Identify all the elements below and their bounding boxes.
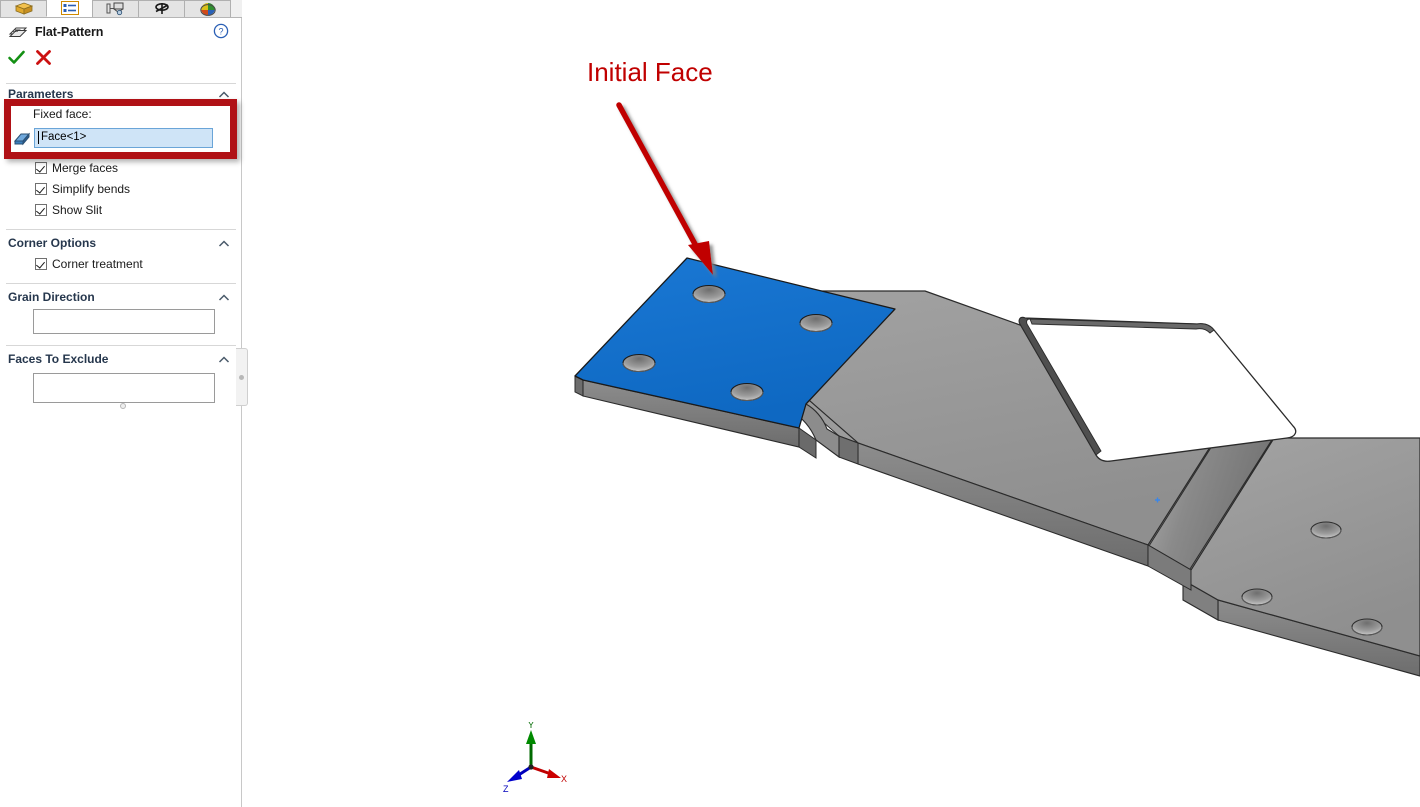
checkbox-label: Merge faces: [52, 161, 119, 175]
group-label-grain-direction: Grain Direction: [8, 290, 95, 304]
flat-pattern-icon: [8, 27, 28, 37]
fixed-face-input[interactable]: Face<1>: [34, 128, 213, 148]
checkbox-box: [35, 162, 47, 174]
panel-splitter-handle[interactable]: [236, 348, 248, 406]
checkbox-box: [35, 258, 47, 270]
property-manager-header: Flat-Pattern ?: [0, 20, 242, 44]
chevron-up-icon[interactable]: [218, 238, 230, 250]
checkbox-label: Corner treatment: [52, 257, 143, 271]
group-header-parameters[interactable]: Parameters: [0, 86, 242, 104]
group-header-grain-direction[interactable]: Grain Direction: [0, 289, 242, 307]
checkbox-box: [35, 183, 47, 195]
grain-direction-input[interactable]: [33, 309, 215, 334]
divider-corner-options: [6, 283, 236, 284]
divider-parameters: [6, 229, 236, 230]
tab-configuration-manager[interactable]: [92, 0, 139, 17]
faces-to-exclude-input[interactable]: [33, 373, 215, 403]
svg-text:?: ?: [218, 27, 223, 37]
triad-y-label: Y: [528, 722, 534, 730]
group-header-faces-to-exclude[interactable]: Faces To Exclude: [0, 351, 242, 369]
checkbox-label: Show Slit: [52, 203, 103, 217]
checkbox-simplify-bends[interactable]: Simplify bends: [35, 181, 130, 197]
checkbox-corner-treatment[interactable]: Corner treatment: [35, 256, 143, 272]
tab-feature-manager-design-tree[interactable]: [0, 0, 47, 17]
chevron-up-icon[interactable]: [218, 89, 230, 101]
display-manager-icon: [199, 3, 216, 16]
dimxpert-icon: [154, 2, 169, 14]
tab-dimxpert-manager[interactable]: [138, 0, 185, 17]
configuration-icon: [106, 2, 123, 16]
tab-property-manager[interactable]: [46, 0, 93, 17]
group-label-corner-options: Corner Options: [8, 236, 97, 250]
fixed-face-value: Face<1>: [41, 131, 87, 143]
checkbox-merge-faces[interactable]: Merge faces: [35, 160, 118, 176]
group-header-corner-options[interactable]: Corner Options: [0, 235, 242, 253]
triad-x-label: X: [561, 774, 567, 784]
chevron-up-icon[interactable]: [218, 292, 230, 304]
divider-grain-direction: [6, 345, 236, 346]
resize-handle[interactable]: [120, 403, 126, 409]
triad-y-axis: Y: [526, 722, 536, 767]
triad-x-axis: X: [530, 765, 567, 784]
splitter-dot: [239, 375, 244, 380]
tab-display-manager[interactable]: [184, 0, 231, 17]
coordinate-triad: Y X Z: [503, 722, 567, 794]
group-label-faces-to-exclude: Faces To Exclude: [8, 352, 109, 366]
page-title: Flat-Pattern: [35, 25, 104, 39]
sheet-metal-part-model[interactable]: [243, 0, 1420, 807]
property-manager-tab-strip: [0, 0, 242, 18]
property-manager-panel: Flat-Pattern ? Parameters Fixed face: Fa…: [0, 0, 248, 807]
divider-top: [6, 83, 236, 84]
fixed-face-label: Fixed face:: [33, 107, 92, 121]
chevron-up-icon[interactable]: [218, 354, 230, 366]
triad-z-label: Z: [503, 784, 509, 794]
cancel-button[interactable]: [34, 48, 53, 67]
graphics-viewport[interactable]: Initial Face Y X Z: [243, 0, 1420, 807]
property-manager-actions: [0, 48, 242, 72]
accept-button[interactable]: [7, 48, 26, 67]
feature-tree-icon: [14, 2, 33, 15]
callout-arrow-icon: [616, 102, 713, 275]
text-caret: [38, 131, 39, 144]
group-label-parameters: Parameters: [8, 87, 74, 101]
help-question-icon[interactable]: ?: [213, 23, 229, 39]
property-list-icon: [60, 1, 79, 15]
checkbox-box: [35, 204, 47, 216]
checkbox-label: Simplify bends: [52, 182, 131, 196]
face-selection-icon: [13, 132, 31, 146]
triad-z-axis: Z: [503, 765, 532, 794]
callout-label-initial-face: Initial Face: [587, 57, 713, 87]
checkbox-show-slit[interactable]: Show Slit: [35, 202, 102, 218]
